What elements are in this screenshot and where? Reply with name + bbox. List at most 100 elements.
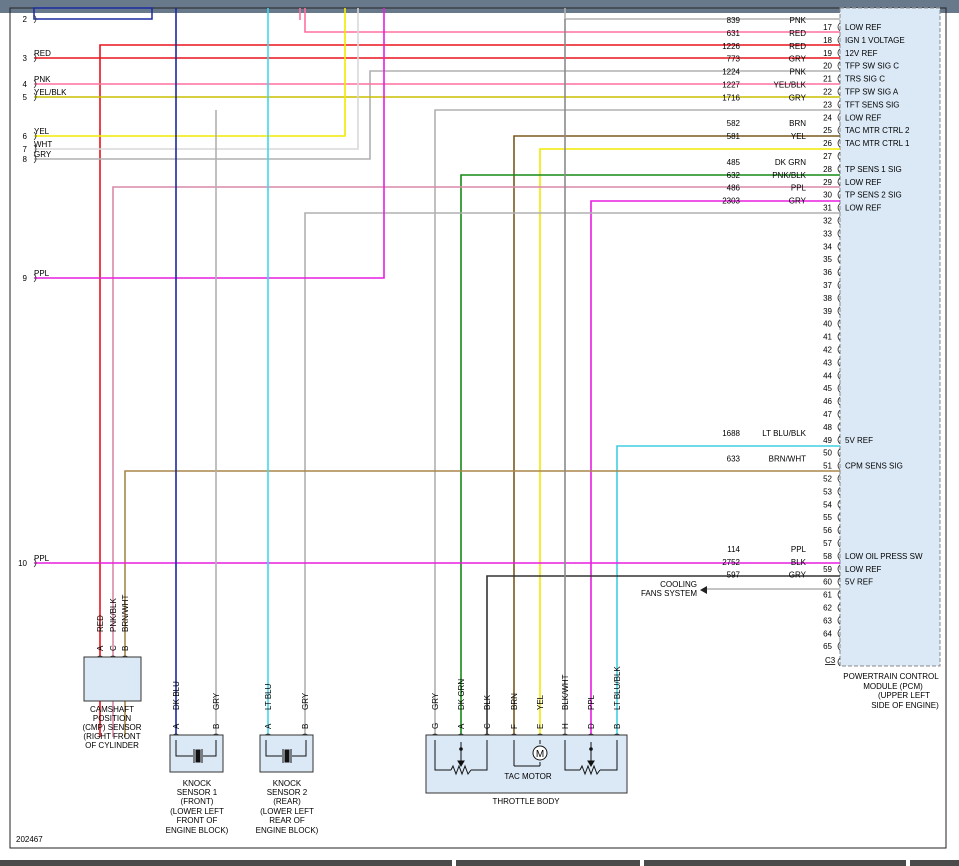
pcm-pin-number: 39 <box>823 307 832 316</box>
circuit-number: 1716 <box>722 93 740 102</box>
pcm-pin-number: 33 <box>823 229 832 238</box>
left-wire-color-label: PNK <box>34 75 51 84</box>
component-wire-color: DK GRN <box>457 679 466 710</box>
tp-sensor-1-junction-icon <box>459 747 463 751</box>
pcm-pin-number: 17 <box>823 23 832 32</box>
circuit-number: 631 <box>727 29 741 38</box>
pcm-pin-number: 63 <box>823 616 832 625</box>
left-wire-color-label: PPL <box>34 269 50 278</box>
pcm-pin-function: 5V REF <box>845 578 873 587</box>
pcm-pin-number: 44 <box>823 371 832 380</box>
pcm-pin-function: LOW REF <box>845 204 882 213</box>
ks1-label-4: (LOWER LEFT <box>170 807 224 816</box>
pcm-pin-function: 12V REF <box>845 49 878 58</box>
wire-ign1-pnk <box>304 8 840 33</box>
component-pin-letter: A <box>96 645 105 651</box>
pcm-pin-number: 34 <box>823 242 832 251</box>
component-wire-color: RED <box>96 615 105 632</box>
pcm-pin-number: 25 <box>823 126 832 135</box>
circuit-number: 597 <box>727 571 741 580</box>
pcm-pin-number: 46 <box>823 397 832 406</box>
pcm-pin-number: 58 <box>823 552 832 561</box>
pcm-pin-number: 49 <box>823 436 832 445</box>
component-wire-color: GRY <box>212 692 221 710</box>
component-wire-color: BRN/WHT <box>121 595 130 632</box>
component-pin-letter: B <box>301 724 310 729</box>
pcm-pin-function: TFT SENS SIG <box>845 100 900 109</box>
pcm-pin-number: 23 <box>823 100 832 109</box>
wires-layer <box>34 8 840 737</box>
pcm-pin-number: 30 <box>823 191 832 200</box>
components-layer <box>33 14 841 737</box>
wire-tp2-ppl <box>590 200 840 737</box>
circuit-number: 1224 <box>722 68 740 77</box>
component-pin-letter: H <box>561 723 570 729</box>
wire-wht-pin7 <box>34 8 359 150</box>
pcm-pin-number: 26 <box>823 139 832 148</box>
component-wire-color: BLK/WHT <box>561 674 570 710</box>
component-pin-letter: C <box>109 645 118 651</box>
cooling-label-line1: COOLING <box>660 580 697 589</box>
pcm-pin-number: 50 <box>823 449 832 458</box>
pcm-pin-number: 64 <box>823 629 832 638</box>
ks1-label-2: SENSOR 1 <box>177 788 218 797</box>
pcm-pin-number: 37 <box>823 281 832 290</box>
wire-color-label: LT BLU/BLK <box>762 429 806 438</box>
pcm-pin-number: 40 <box>823 320 832 329</box>
pcm-pin-function: LOW REF <box>845 23 882 32</box>
ks2-label-3: (REAR) <box>273 797 301 806</box>
circuit-number: 839 <box>727 16 741 25</box>
pcm-pin-number: 24 <box>823 113 832 122</box>
pcm-pin-number: 38 <box>823 294 832 303</box>
circuit-number: 773 <box>727 55 741 64</box>
wire-color-label: GRY <box>789 93 807 102</box>
component-pin-letter: E <box>536 724 545 729</box>
circuit-number: 486 <box>727 184 741 193</box>
circuit-number: 632 <box>727 171 741 180</box>
left-pin-number: 8 <box>23 155 28 164</box>
pcm-pin-function: TP SENS 1 SIG <box>845 165 902 174</box>
pcm-pin-function: TAC MTR CTRL 2 <box>845 126 910 135</box>
pcm-pin-function: TAC MTR CTRL 1 <box>845 139 910 148</box>
cmp-label-2: POSITION <box>93 714 131 723</box>
pcm-pin-number: 55 <box>823 513 832 522</box>
cmp-label-5: OF CYLINDER <box>85 741 139 750</box>
wire-color-label: GRY <box>789 55 807 64</box>
labels-layer: 17 LOW REF839 PNK18 IGN 1 VOLTAGE631 RED19 12… <box>18 15 923 729</box>
component-pin-letter: D <box>587 723 596 729</box>
wiring-diagram: 17 LOW REF839 PNK18 IGN 1 VOLTAGE631 RED19 12… <box>9 7 947 849</box>
left-pin-number: 9 <box>23 274 28 283</box>
wire-color-label: GRY <box>789 571 807 580</box>
component-wire-color: GRY <box>301 692 310 710</box>
footer-segment-4 <box>910 860 959 866</box>
pcm-pin-function: LOW REF <box>845 565 882 574</box>
pcm-pin-function: TFP SW SIG C <box>845 62 899 71</box>
wire-color-label: PPL <box>791 184 807 193</box>
cooling-label-line2: FANS SYSTEM <box>641 589 697 598</box>
ks2-label-1: KNOCK <box>273 779 302 788</box>
circuit-number: 114 <box>727 545 740 554</box>
component-wire-color: GRY <box>431 692 440 710</box>
ks2-label-4: (LOWER LEFT <box>260 807 314 816</box>
pcm-pin-function: IGN 1 VOLTAGE <box>845 36 905 45</box>
component-wire-color: PNK/BLK <box>109 598 118 632</box>
wire-color-label: YEL/BLK <box>774 81 807 90</box>
footer-segment-3 <box>644 860 906 866</box>
pcm-pin-number: 42 <box>823 346 832 355</box>
pcm-pin-number: 60 <box>823 578 832 587</box>
wire-color-label: PNK/BLK <box>772 171 806 180</box>
pcm-pin-number: 41 <box>823 333 832 342</box>
pcm-label-line3: (UPPER LEFT <box>878 691 930 700</box>
ks1-label-3: (FRONT) <box>181 797 214 806</box>
pcm-pin-number: 57 <box>823 539 832 548</box>
component-wire-color: LT BLU/BLK <box>613 666 622 710</box>
throttle-body-box <box>425 734 628 794</box>
pcm-pin-function: TP SENS 2 SIG <box>845 191 902 200</box>
tac-motor-label: TAC MOTOR <box>504 772 551 781</box>
left-pin-number: 10 <box>18 559 27 568</box>
wire-color-label: BRN <box>789 119 806 128</box>
footer-bar <box>0 860 959 866</box>
pcm-pin-number: 54 <box>823 500 832 509</box>
left-wire-color-label: YEL <box>34 127 50 136</box>
pcm-label-line1: POWERTRAIN CONTROL <box>843 672 939 681</box>
